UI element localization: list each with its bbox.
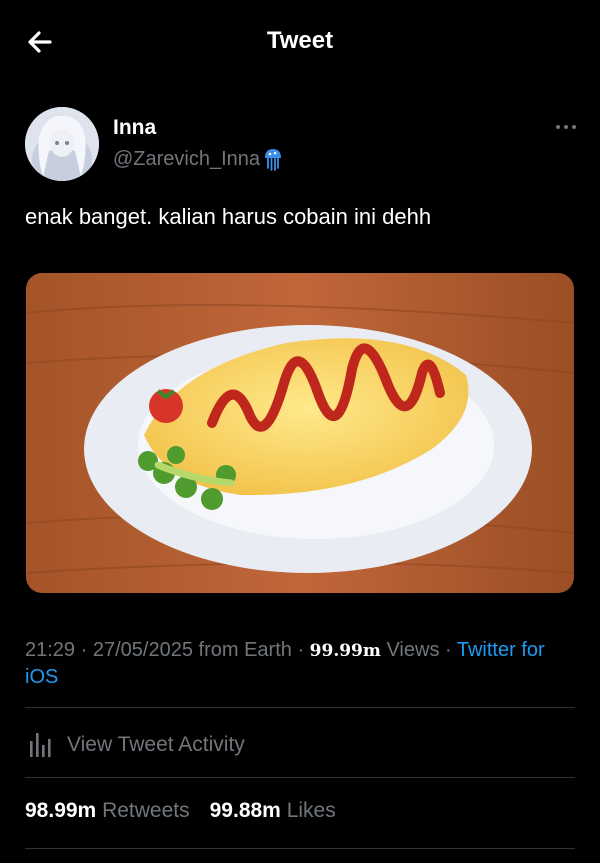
- likes-count: 99.88m: [209, 799, 281, 822]
- retweets-stat[interactable]: 98.99m Retweets: [25, 799, 190, 823]
- views-count: 99.99m: [309, 641, 381, 661]
- tweet-text: enak banget. kalian harus cobain ini deh…: [25, 204, 432, 229]
- bar-chart-icon: [30, 733, 51, 757]
- tweet-author: Inna @Zarevich_Inna: [25, 107, 577, 181]
- handle-row: @Zarevich_Inna: [113, 147, 284, 171]
- avatar[interactable]: [25, 107, 99, 181]
- author-handle[interactable]: @Zarevich_Inna: [113, 148, 260, 171]
- likes-stat[interactable]: 99.88m Likes: [210, 799, 336, 823]
- meta-separator: ·: [297, 639, 310, 661]
- page-title: Tweet: [266, 27, 334, 54]
- divider: [25, 707, 575, 708]
- tweet-location: from Earth: [198, 639, 292, 661]
- more-options-icon[interactable]: [555, 123, 577, 131]
- tweet-meta: 21:29 · 27/05/2025 from Earth · 99.99m V…: [25, 637, 575, 690]
- views-label: Views: [386, 639, 440, 661]
- likes-label: Likes: [286, 799, 336, 822]
- view-activity-label: View Tweet Activity: [67, 733, 245, 756]
- top-bar: Tweet: [0, 0, 600, 84]
- tweet-stats: 98.99m Retweets 99.88m Likes: [25, 799, 336, 823]
- meta-separator: ·: [445, 639, 457, 661]
- divider: [25, 848, 575, 849]
- tweet-time: 21:29: [25, 639, 76, 661]
- divider: [25, 777, 575, 778]
- jellyfish-icon: [265, 149, 282, 171]
- retweets-label: Retweets: [102, 799, 190, 822]
- meta-separator: ·: [80, 639, 93, 661]
- retweets-count: 98.99m: [25, 799, 97, 822]
- view-activity-button[interactable]: View Tweet Activity: [25, 725, 245, 765]
- tweet-photo[interactable]: [26, 273, 574, 593]
- tweet-date: 27/05/2025: [92, 639, 193, 661]
- author-name[interactable]: Inna: [113, 116, 156, 140]
